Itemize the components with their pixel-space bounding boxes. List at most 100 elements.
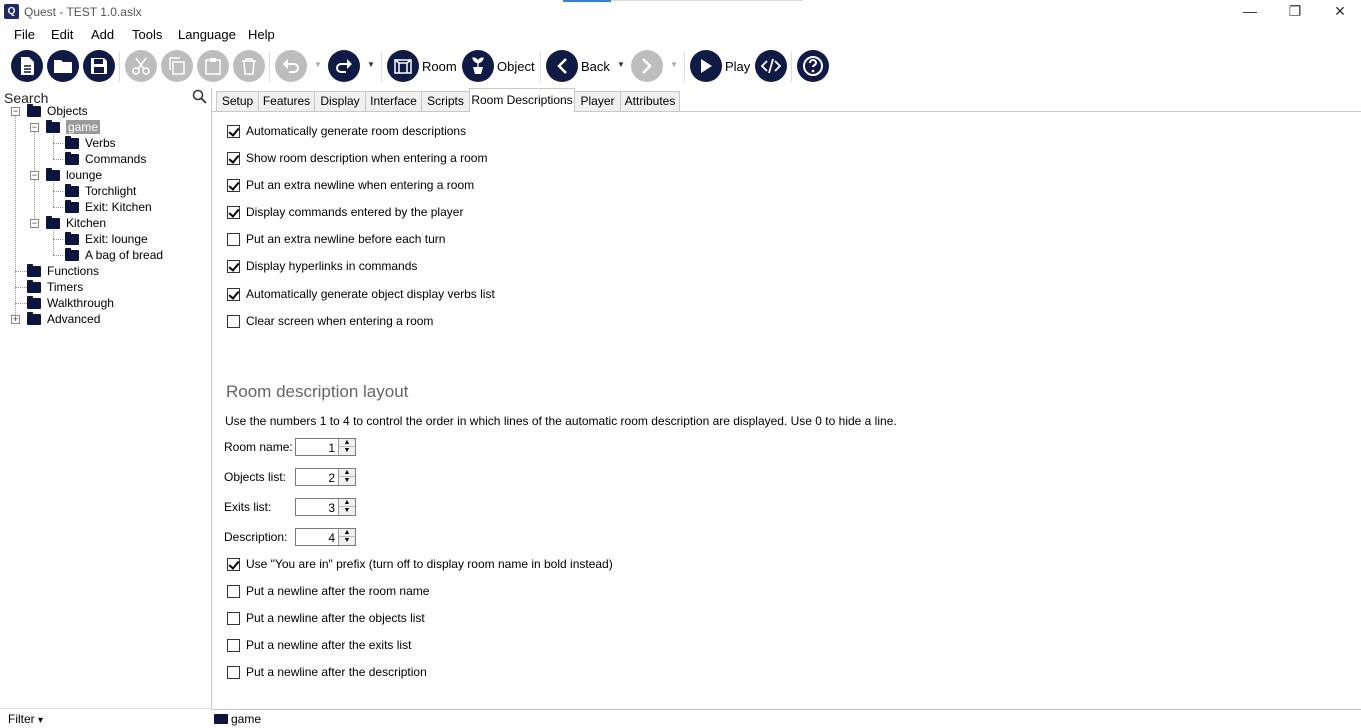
option-newline-exits-list[interactable]: Put a newline after the exits list bbox=[227, 637, 411, 653]
option-clear-screen[interactable]: Clear screen when entering a room bbox=[227, 313, 433, 329]
option-extra-newline-entering[interactable]: Put an extra newline when entering a roo… bbox=[227, 177, 474, 193]
undo-icon[interactable] bbox=[275, 50, 307, 82]
redo-dropdown-icon[interactable]: ▼ bbox=[367, 60, 375, 69]
tree-item-advanced[interactable]: Advanced bbox=[27, 311, 100, 327]
tree-item-game[interactable]: game bbox=[46, 119, 101, 135]
option-newline-description[interactable]: Put a newline after the description bbox=[227, 664, 427, 680]
collapse-kitchen-icon[interactable]: − bbox=[30, 219, 39, 228]
undo-dropdown-icon[interactable]: ▼ bbox=[314, 60, 322, 69]
stepper-value[interactable]: 1 bbox=[328, 441, 335, 455]
tree-item-objects[interactable]: Objects bbox=[27, 103, 88, 119]
open-folder-icon[interactable] bbox=[47, 50, 79, 82]
tab-setup[interactable]: Setup bbox=[216, 91, 259, 111]
option-display-commands[interactable]: Display commands entered by the player bbox=[227, 204, 463, 220]
tree-item-verbs[interactable]: Verbs bbox=[65, 135, 116, 151]
option-auto-room-descriptions[interactable]: Automatically generate room descriptions bbox=[227, 123, 466, 139]
checkbox[interactable] bbox=[227, 611, 240, 625]
checkbox[interactable] bbox=[227, 124, 240, 138]
object-plant-icon[interactable] bbox=[462, 50, 494, 82]
stepper-value[interactable]: 2 bbox=[328, 471, 335, 485]
play-icon[interactable] bbox=[690, 50, 722, 82]
stepper-value[interactable]: 3 bbox=[328, 501, 335, 515]
menu-language[interactable]: Language bbox=[178, 27, 236, 42]
description-stepper[interactable]: 4 ▲ ▼ bbox=[295, 528, 356, 546]
forward-dropdown-icon[interactable]: ▼ bbox=[670, 60, 678, 69]
redo-icon[interactable] bbox=[328, 50, 360, 82]
save-disk-icon[interactable] bbox=[83, 50, 115, 82]
tree-item-commands[interactable]: Commands bbox=[65, 151, 146, 167]
chevron-up-icon[interactable]: ▲ bbox=[339, 439, 355, 447]
option-you-are-in-prefix[interactable]: Use "You are in" prefix (turn off to dis… bbox=[227, 556, 613, 572]
delete-trash-icon[interactable] bbox=[233, 50, 265, 82]
minimize-button[interactable]: — bbox=[1227, 0, 1273, 22]
checkbox[interactable] bbox=[227, 259, 240, 273]
option-extra-newline-turn[interactable]: Put an extra newline before each turn bbox=[227, 231, 445, 247]
checkbox[interactable] bbox=[227, 232, 240, 246]
cut-scissors-icon[interactable] bbox=[125, 50, 157, 82]
tree-item-walkthrough[interactable]: Walkthrough bbox=[27, 295, 114, 311]
help-icon[interactable] bbox=[797, 50, 829, 82]
tree-item-kitchen[interactable]: Kitchen bbox=[46, 215, 106, 231]
checkbox[interactable] bbox=[227, 665, 240, 679]
expand-advanced-icon[interactable]: + bbox=[11, 315, 20, 324]
tab-player[interactable]: Player bbox=[574, 91, 621, 111]
tab-features[interactable]: Features bbox=[258, 91, 315, 111]
chevron-up-icon[interactable]: ▲ bbox=[339, 529, 355, 537]
copy-icon[interactable] bbox=[161, 50, 193, 82]
play-button[interactable]: Play bbox=[725, 59, 750, 74]
tree-item-functions[interactable]: Functions bbox=[27, 263, 99, 279]
tree-item-exit-kitchen[interactable]: Exit: Kitchen bbox=[65, 199, 152, 215]
room-name-stepper[interactable]: 1 ▲ ▼ bbox=[295, 438, 356, 456]
tree-item-torchlight[interactable]: Torchlight bbox=[65, 183, 136, 199]
tree-item-exit-lounge[interactable]: Exit: lounge bbox=[65, 231, 148, 247]
chevron-down-icon[interactable]: ▼ bbox=[339, 477, 355, 485]
paste-clipboard-icon[interactable] bbox=[197, 50, 229, 82]
back-arrow-icon[interactable] bbox=[546, 50, 578, 82]
tree-item-bag-of-bread[interactable]: A bag of bread bbox=[65, 247, 163, 263]
add-room-button[interactable]: Room bbox=[422, 59, 457, 74]
checkbox[interactable] bbox=[227, 151, 240, 165]
menu-help[interactable]: Help bbox=[248, 27, 275, 42]
close-button[interactable]: ✕ bbox=[1317, 0, 1361, 22]
tab-attributes[interactable]: Attributes bbox=[620, 91, 680, 111]
chevron-up-icon[interactable]: ▲ bbox=[339, 469, 355, 477]
exits-list-stepper[interactable]: 3 ▲ ▼ bbox=[295, 498, 356, 516]
checkbox[interactable] bbox=[227, 178, 240, 192]
tab-scripts[interactable]: Scripts bbox=[421, 91, 470, 111]
code-view-icon[interactable] bbox=[755, 50, 787, 82]
menu-tools[interactable]: Tools bbox=[132, 27, 162, 42]
menu-add[interactable]: Add bbox=[91, 27, 114, 42]
collapse-lounge-icon[interactable]: − bbox=[30, 171, 39, 180]
filter-button[interactable]: Filter ▾ bbox=[8, 712, 43, 726]
objects-list-stepper[interactable]: 2 ▲ ▼ bbox=[295, 468, 356, 486]
search-icon[interactable] bbox=[192, 89, 208, 105]
tab-room-descriptions[interactable]: Room Descriptions bbox=[469, 88, 575, 112]
chevron-up-icon[interactable]: ▲ bbox=[339, 499, 355, 507]
menu-edit[interactable]: Edit bbox=[51, 27, 73, 42]
tree-item-timers[interactable]: Timers bbox=[27, 279, 83, 295]
stepper-value[interactable]: 4 bbox=[328, 531, 335, 545]
room-icon[interactable] bbox=[387, 50, 419, 82]
option-object-verbs[interactable]: Automatically generate object display ve… bbox=[227, 286, 495, 302]
back-button[interactable]: Back bbox=[581, 59, 610, 74]
new-file-icon[interactable] bbox=[11, 50, 43, 82]
chevron-down-icon[interactable]: ▼ bbox=[339, 507, 355, 515]
collapse-objects-icon[interactable]: − bbox=[11, 107, 20, 116]
checkbox[interactable] bbox=[227, 584, 240, 598]
tab-interface[interactable]: Interface bbox=[365, 91, 422, 111]
option-hyperlinks[interactable]: Display hyperlinks in commands bbox=[227, 258, 417, 274]
checkbox[interactable] bbox=[227, 205, 240, 219]
checkbox[interactable] bbox=[227, 287, 240, 301]
collapse-game-icon[interactable]: − bbox=[30, 123, 39, 132]
tree-item-lounge[interactable]: lounge bbox=[46, 167, 102, 183]
forward-arrow-icon[interactable] bbox=[631, 50, 663, 82]
chevron-down-icon[interactable]: ▼ bbox=[339, 447, 355, 455]
back-dropdown-icon[interactable]: ▼ bbox=[617, 60, 625, 69]
menu-file[interactable]: File bbox=[14, 27, 35, 42]
add-object-button[interactable]: Object bbox=[497, 59, 535, 74]
chevron-down-icon[interactable]: ▼ bbox=[339, 537, 355, 545]
option-newline-objects-list[interactable]: Put a newline after the objects list bbox=[227, 610, 425, 626]
checkbox[interactable] bbox=[227, 557, 240, 571]
option-newline-room-name[interactable]: Put a newline after the room name bbox=[227, 583, 429, 599]
restore-button[interactable]: ❐ bbox=[1272, 0, 1318, 22]
